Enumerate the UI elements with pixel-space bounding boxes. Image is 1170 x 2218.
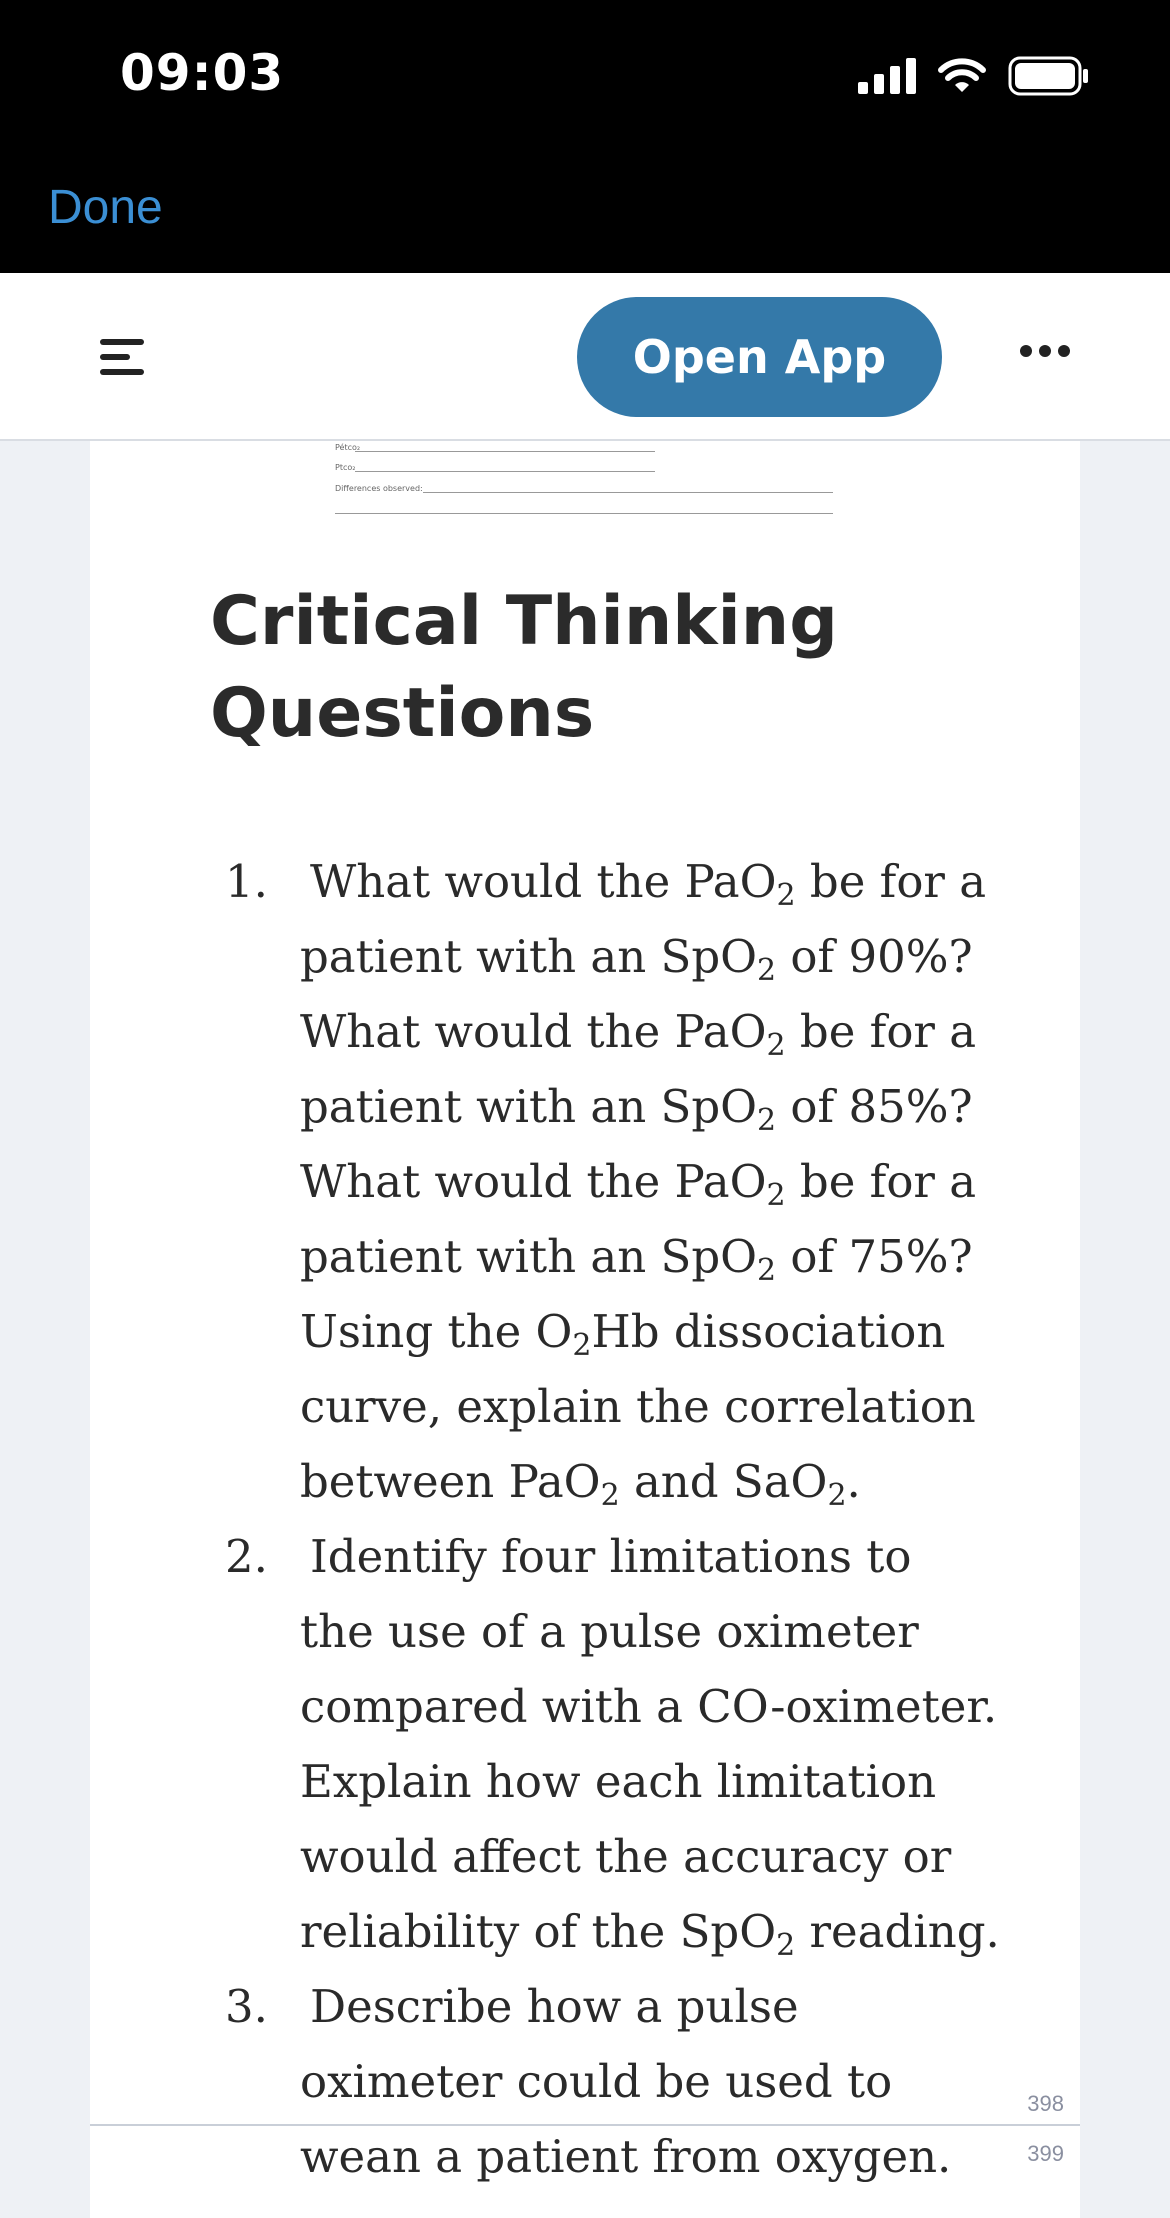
question-line: Using the O2Hb dissociation <box>300 1305 946 1363</box>
question-line: between PaO2 and SaO2. <box>300 1455 861 1513</box>
page-divider <box>90 2124 1080 2126</box>
more-options-icon[interactable] <box>1020 345 1070 357</box>
question-line: Describe how a pulse <box>310 1980 799 2033</box>
question-line: Identify four limitations to <box>310 1530 912 1583</box>
question-line: Explain how each limitation <box>300 1755 937 1808</box>
question-number: 1. <box>225 855 268 908</box>
page-number: 398 <box>1027 2091 1064 2116</box>
question-line: would affect the accuracy or <box>300 1830 952 1883</box>
form-snippet: Pétco₂ Ptco₂ Differences observed: <box>335 441 935 516</box>
status-bar: 09:03 <box>0 0 1170 150</box>
form-row-label: Differences observed: <box>335 484 423 493</box>
document-page: Pétco₂ Ptco₂ Differences observed: Criti… <box>90 441 1080 2218</box>
question-line: What would the PaO2 be for a <box>310 855 987 913</box>
toolbar: Open App <box>0 273 1170 441</box>
form-line <box>355 471 655 472</box>
question-line: wean a patient from oxygen. <box>300 2130 952 2183</box>
status-time: 09:03 <box>120 44 285 102</box>
question-line: patient with an SpO2 of 90%? <box>300 930 973 988</box>
question-line: What would the PaO2 be for a <box>300 1155 977 1213</box>
question-line: patient with an SpO2 of 85%? <box>300 1080 973 1138</box>
form-line <box>355 451 655 452</box>
question-line: the use of a pulse oximeter <box>300 1605 919 1658</box>
cellular-signal-icon <box>858 58 916 94</box>
done-button[interactable]: Done <box>48 180 163 235</box>
form-line <box>423 492 833 493</box>
question-number: 3. <box>225 1980 268 2033</box>
question-number: 2. <box>225 1530 268 1583</box>
question-line: What would the PaO2 be for a <box>300 1005 977 1063</box>
question-line: curve, explain the correlation <box>300 1380 976 1433</box>
page-number: 399 <box>1027 2141 1064 2166</box>
status-icons <box>858 56 1090 96</box>
form-row-label: Ptco₂ <box>335 463 356 472</box>
hamburger-menu-icon[interactable] <box>100 339 146 375</box>
battery-icon <box>1008 56 1088 96</box>
question-line: patient with an SpO2 of 75%? <box>300 1230 973 1288</box>
section-heading: Critical Thinking Questions <box>210 582 838 753</box>
wifi-icon <box>938 58 986 92</box>
form-line <box>335 513 833 514</box>
question-line: compared with a CO-oximeter. <box>300 1680 998 1733</box>
question-line: reliability of the SpO2 reading. <box>300 1905 1000 1963</box>
question-line: oximeter could be used to <box>300 2055 893 2108</box>
browser-header: Done <box>0 150 1170 273</box>
open-app-button[interactable]: Open App <box>577 297 942 417</box>
